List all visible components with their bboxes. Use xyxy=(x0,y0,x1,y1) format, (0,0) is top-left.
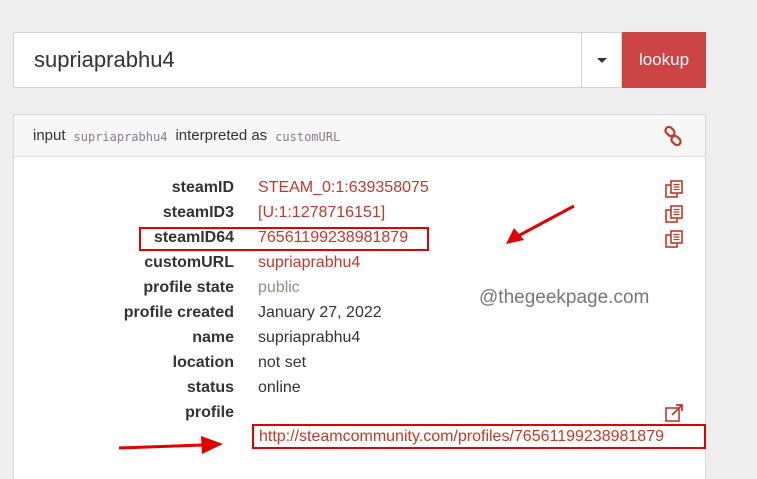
arrow-icon xyxy=(118,436,223,454)
row-status: status online xyxy=(14,379,707,404)
row-value: not set xyxy=(258,354,307,371)
external-link-icon[interactable] xyxy=(663,402,685,424)
copy-icon[interactable] xyxy=(663,228,685,250)
copy-icon[interactable] xyxy=(663,203,685,225)
search-bar: lookup xyxy=(13,32,706,88)
search-input[interactable] xyxy=(13,32,581,88)
row-label: status xyxy=(186,379,234,396)
row-value[interactable]: supriaprabhu4 xyxy=(258,254,360,272)
row-name: name supriaprabhu4 xyxy=(14,329,707,354)
watermark: @thegeekpage.com xyxy=(479,287,650,308)
copy-icon[interactable] xyxy=(663,178,685,200)
interpreted-word: interpreted as xyxy=(175,127,268,144)
row-value[interactable]: [U:1:1278716151] xyxy=(258,204,385,222)
row-label: steamID xyxy=(171,179,234,196)
row-label: location xyxy=(172,354,234,371)
row-label: profile xyxy=(185,404,234,421)
highlight-box-steamid64 xyxy=(139,227,429,251)
interpreted-value: customURL xyxy=(275,129,341,144)
row-label: customURL xyxy=(144,254,234,271)
panel-heading: input supriaprabhu4 interpreted as custo… xyxy=(14,115,705,157)
highlight-box-profile-url xyxy=(252,424,706,449)
row-location: location not set xyxy=(14,354,707,379)
row-steamid3: steamID3 [U:1:1278716151] xyxy=(14,204,707,229)
caret-down-icon xyxy=(596,57,607,63)
row-value: supriaprabhu4 xyxy=(258,329,361,346)
row-label: name xyxy=(192,329,234,346)
input-word: input xyxy=(33,127,66,144)
row-value: online xyxy=(258,379,301,396)
input-value: supriaprabhu4 xyxy=(73,129,168,144)
dropdown-button[interactable] xyxy=(581,32,622,88)
row-label: profile created xyxy=(123,304,234,321)
link-icon[interactable] xyxy=(663,126,683,146)
row-value[interactable]: STEAM_0:1:639358075 xyxy=(258,179,429,197)
row-label: profile state xyxy=(143,279,234,296)
row-value: public xyxy=(258,279,300,296)
arrow-icon xyxy=(506,204,575,244)
lookup-button[interactable]: lookup xyxy=(622,32,706,88)
row-steamid: steamID STEAM_0:1:639358075 xyxy=(14,179,707,204)
row-label: steamID3 xyxy=(162,204,234,221)
row-value: January 27, 2022 xyxy=(258,304,382,321)
row-customurl: customURL supriaprabhu4 xyxy=(14,254,707,279)
